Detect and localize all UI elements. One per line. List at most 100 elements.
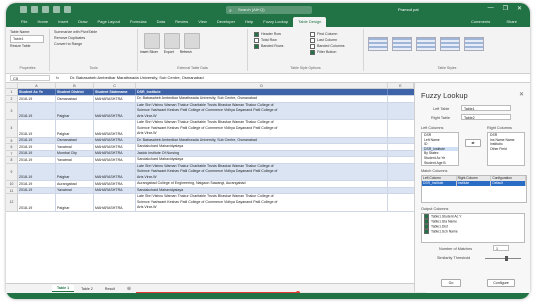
minimize-icon[interactable]: —: [488, 5, 494, 12]
table-cell[interactable]: Palghar: [56, 194, 94, 211]
undo-icon[interactable]: [42, 6, 49, 13]
table-cell[interactable]: Osmanabad: [56, 137, 94, 143]
table-cell[interactable]: MAHARASHTRA: [94, 102, 136, 119]
table-cell[interactable]: 2018-19: [18, 150, 56, 156]
match-columns-table[interactable]: Left Column Right Column Configuration D…: [421, 175, 527, 203]
table-cell[interactable]: Aurangabad: [56, 181, 94, 187]
checkbox-icon[interactable]: [424, 229, 429, 234]
tab-data[interactable]: Data: [152, 17, 170, 27]
institute-cell[interactable]: Late Shri Vishnu Waman Thakur Charitable…: [136, 194, 388, 211]
table-row[interactable]: 2018-19 Palghar MAHARASHTRA Late Shri Vishn…: [18, 102, 414, 120]
tab-fuzzy-lookup[interactable]: Fuzzy Lookup: [258, 17, 293, 27]
customize-icon[interactable]: [64, 6, 71, 13]
tab-draw[interactable]: Draw: [73, 17, 92, 27]
slicer-icon[interactable]: [144, 33, 160, 49]
sheet-tab[interactable]: Table 1: [52, 285, 75, 292]
configure-button[interactable]: Configure: [487, 279, 515, 287]
table-name-input[interactable]: Table1: [10, 35, 44, 43]
close-pane-icon[interactable]: ✕: [519, 91, 524, 98]
table-cell[interactable]: Yavatmal: [56, 157, 94, 163]
slider-knob[interactable]: [505, 256, 509, 261]
right-column-item[interactable]: Other Field: [488, 147, 524, 152]
table-cell[interactable]: 2018-19: [18, 96, 56, 102]
tab-view[interactable]: View: [193, 17, 212, 27]
table-cell[interactable]: MAHARASHTRA: [94, 137, 136, 143]
table-cell[interactable]: Mumbai City: [56, 150, 94, 156]
refresh-icon[interactable]: [184, 33, 200, 49]
institute-cell[interactable]: Sandakchard Mahavidyalaya: [136, 144, 388, 150]
right-columns-list[interactable]: DSR Ins Name Name Institutio Other Field: [487, 132, 525, 166]
tab-table-design[interactable]: Table Design: [293, 17, 327, 27]
formula-input[interactable]: Dr. Babasaheb Ambedkar Marathwada Univer…: [70, 74, 204, 82]
institute-cell[interactable]: Dr. Babasaheb Ambedkar Marathwada Univer…: [136, 96, 388, 102]
table-cell[interactable]: MAHARASHTRA: [94, 187, 136, 193]
table-cell[interactable]: MAHARASHTRA: [94, 144, 136, 150]
institute-cell[interactable]: Aurangabad College of Engineering, Naiga…: [136, 181, 388, 187]
worksheet-grid[interactable]: A B C D E 1 Student Ac Ye Student District…: [6, 83, 414, 283]
table-cell[interactable]: 2018-19: [18, 187, 56, 193]
link-columns-button[interactable]: ⇄: [465, 139, 481, 147]
left-table-select[interactable]: Table1: [461, 105, 511, 111]
table-cell[interactable]: Palghar: [56, 102, 94, 119]
table-header-cell[interactable]: Student Statename: [94, 89, 136, 95]
institute-cell[interactable]: Late Shri Vishnu Waman Thakur Charitable…: [136, 120, 388, 137]
tab-home[interactable]: Home: [32, 17, 53, 27]
row-number[interactable]: 9: [6, 163, 18, 181]
output-columns-list[interactable]: Table1.Student Ac Y Table1.Sta Name Table1…: [421, 213, 525, 243]
output-column-item[interactable]: Table1.Sch Name: [422, 229, 524, 234]
institute-cell[interactable]: Sandakchard Mahavidyalaya: [136, 187, 388, 193]
table-cell[interactable]: 2018-19: [18, 181, 56, 187]
table-cell[interactable]: MAHARASHTRA: [94, 120, 136, 137]
tab-file[interactable]: File: [16, 17, 32, 27]
table-style-swatch[interactable]: [392, 37, 412, 51]
share-button[interactable]: Share: [501, 17, 522, 27]
institute-cell[interactable]: Sandakchard Mahavidyalaya: [136, 157, 388, 163]
sheet-tab[interactable]: Table 2: [76, 286, 98, 292]
table-cell[interactable]: Palghar: [56, 120, 94, 137]
search-box[interactable]: ⌕ Search (Alt+Q): [226, 6, 312, 14]
fx-icon[interactable]: fx: [56, 74, 59, 82]
table-cell[interactable]: MAHARASHTRA: [94, 194, 136, 211]
table-cell[interactable]: 2018-19: [18, 194, 56, 211]
left-columns-list[interactable]: DSR Left Name ID DSR_Institute By Statec Stud…: [421, 132, 459, 166]
table-style-swatch[interactable]: [440, 37, 460, 51]
table-cell[interactable]: Yavatmal: [56, 144, 94, 150]
table-header-cell[interactable]: DSR_Institute: [136, 89, 388, 95]
row-number[interactable]: 3: [6, 102, 18, 120]
table-row[interactable]: 2018-19 Palghar MAHARASHTRA Late Shri Vishn…: [18, 120, 414, 138]
table-cell[interactable]: MAHARASHTRA: [94, 96, 136, 102]
matches-input[interactable]: 1: [493, 245, 509, 251]
match-row[interactable]: DSR_Institute Institute Default: [422, 181, 527, 186]
resize-table-button[interactable]: Resize Table: [6, 43, 49, 49]
tab-insert[interactable]: Insert: [53, 17, 73, 27]
save-icon[interactable]: [31, 6, 38, 13]
row-number[interactable]: 4: [6, 120, 18, 138]
table-cell[interactable]: MAHARASHTRA: [94, 181, 136, 187]
close-icon[interactable]: ✕: [517, 5, 522, 12]
threshold-slider[interactable]: [485, 256, 521, 261]
table-cell[interactable]: 2018-19: [18, 102, 56, 119]
go-button[interactable]: Go: [441, 279, 461, 287]
table-style-swatch[interactable]: [416, 37, 436, 51]
institute-cell[interactable]: Late Shri Vishnu Waman Thakur Charitable…: [136, 163, 388, 180]
table-row[interactable]: 2018-19 Palghar MAHARASHTRA Late Shri Vishn…: [18, 163, 414, 181]
right-table-select[interactable]: Table2: [461, 114, 511, 120]
left-column-item[interactable]: Student Age B: [422, 161, 458, 166]
sheet-tab[interactable]: Result: [100, 286, 120, 292]
table-header-cell[interactable]: Student Ac Ye: [18, 89, 56, 95]
user-name[interactable]: Pramod pal: [398, 7, 418, 12]
table-row[interactable]: 2018-19 Palghar MAHARASHTRA Late Shri Vishn…: [18, 194, 414, 212]
table-cell[interactable]: 2018-19: [18, 157, 56, 163]
table-cell[interactable]: MAHARASHTRA: [94, 150, 136, 156]
comments-button[interactable]: Comments: [466, 17, 495, 27]
table-cell[interactable]: Palghar: [56, 163, 94, 180]
table-cell[interactable]: MAHARASHTRA: [94, 163, 136, 180]
tab-developer[interactable]: Developer: [212, 17, 240, 27]
tab-help[interactable]: Help: [240, 17, 258, 27]
table-cell[interactable]: MAHARASHTRA: [94, 157, 136, 163]
tab-formulas[interactable]: Formulas: [125, 17, 152, 27]
institute-cell[interactable]: Dr. Babasaheb Ambedkar Marathwada Univer…: [136, 137, 388, 143]
table-style-swatch[interactable]: [368, 37, 388, 51]
table-cell[interactable]: 2018-19: [18, 144, 56, 150]
filter-button-option[interactable]: Filter Button: [306, 49, 364, 55]
